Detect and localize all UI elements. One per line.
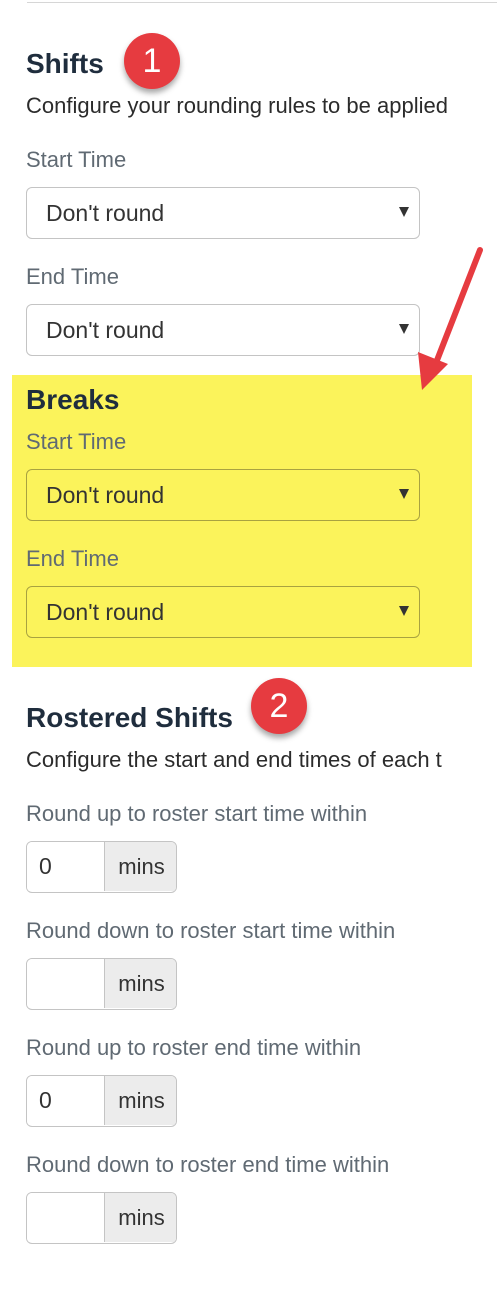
shifts-start-time-label: Start Time	[26, 147, 127, 172]
rostered-shifts-heading: Rostered Shifts	[26, 702, 233, 733]
mins-addon: mins	[104, 842, 176, 891]
mins-addon: mins	[104, 1193, 176, 1242]
dropdown-caret-icon	[399, 606, 409, 616]
shifts-end-time-select[interactable]: Don't round	[26, 304, 420, 356]
round-down-roster-end-input[interactable]	[27, 1193, 104, 1242]
select-value: Don't round	[46, 317, 165, 343]
round-up-roster-start-label: Round up to roster start time within	[26, 801, 368, 826]
breaks-start-time-label: Start Time	[26, 429, 127, 454]
round-down-roster-end-field: mins	[26, 1192, 177, 1244]
round-down-roster-start-label: Round down to roster start time within	[26, 918, 396, 943]
breaks-end-time-label: End Time	[26, 546, 119, 571]
round-up-roster-end-label: Round up to roster end time within	[26, 1035, 362, 1060]
dropdown-caret-icon	[399, 489, 409, 499]
select-value: Don't round	[46, 599, 165, 625]
round-up-roster-end-field: mins	[26, 1075, 177, 1127]
breaks-end-time-select[interactable]: Don't round	[26, 586, 420, 638]
rostered-shifts-description: Configure the start and end times of eac…	[26, 747, 442, 772]
mins-addon: mins	[104, 959, 176, 1008]
dropdown-caret-icon	[399, 324, 409, 334]
mins-addon: mins	[104, 1076, 176, 1125]
round-down-roster-start-field: mins	[26, 958, 177, 1010]
round-up-roster-end-input[interactable]	[27, 1076, 104, 1125]
payroll-rounding-settings: Shifts 1 Configure your rounding rules t…	[0, 0, 497, 1304]
breaks-start-time-select[interactable]: Don't round	[26, 469, 420, 521]
annotation-badge-2: 2	[251, 678, 307, 734]
round-up-roster-start-input[interactable]	[27, 842, 104, 891]
dropdown-caret-icon	[399, 207, 409, 217]
shifts-heading: Shifts	[26, 48, 104, 79]
top-divider	[27, 2, 497, 3]
shifts-end-time-label: End Time	[26, 264, 119, 289]
round-down-roster-end-label: Round down to roster end time within	[26, 1152, 390, 1177]
select-value: Don't round	[46, 200, 165, 226]
round-up-roster-start-field: mins	[26, 841, 177, 893]
annotation-badge-1: 1	[124, 33, 180, 89]
shifts-start-time-select[interactable]: Don't round	[26, 187, 420, 239]
breaks-heading: Breaks	[26, 384, 120, 415]
annotation-arrow-icon	[418, 247, 483, 390]
shifts-description: Configure your rounding rules to be appl…	[26, 93, 448, 118]
select-value: Don't round	[46, 482, 165, 508]
round-down-roster-start-input[interactable]	[27, 959, 104, 1008]
